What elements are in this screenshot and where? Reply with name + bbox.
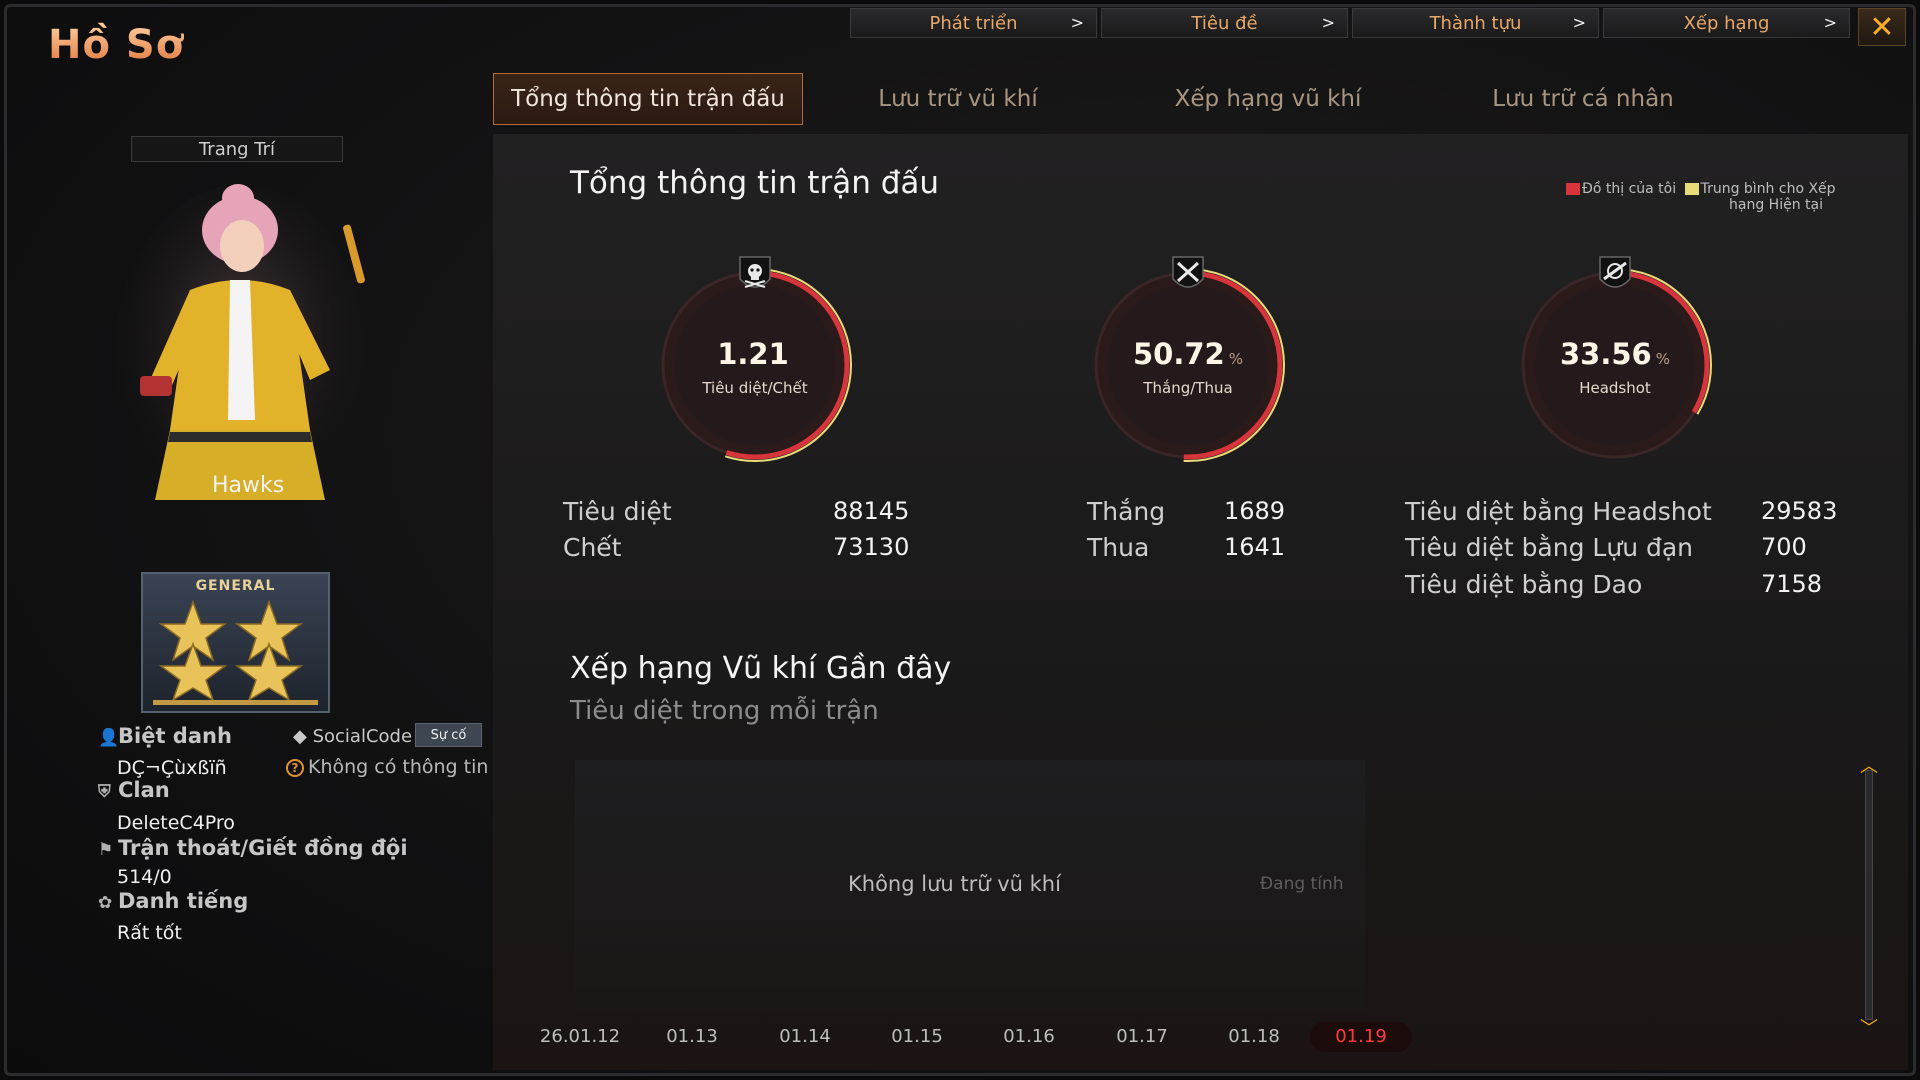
ranking-button[interactable]: Xếp hạng > (1603, 8, 1850, 38)
skull-icon (739, 256, 771, 288)
kd-ratio-gauge: 1.21 Tiêu diệt/Chết (655, 256, 855, 465)
overview-title: Tổng thông tin trận đấu (570, 165, 940, 201)
recent-weapons-subtitle: Tiêu diệt trong mỗi trận (570, 696, 879, 726)
legend-mine-label: Đồ thị của tôi (1582, 181, 1677, 197)
headshot-value: 33.56% (1560, 337, 1670, 371)
chevron-right-icon: > (1070, 13, 1084, 32)
clan-value: DeleteC4Pro (117, 812, 235, 834)
nickname-label: 👤Biệt danh (98, 724, 232, 748)
chevron-right-icon: > (1321, 13, 1335, 32)
grenade-kills-value: 700 (1761, 533, 1807, 561)
empty-chart-message: Không lưu trữ vũ khí (848, 872, 1061, 896)
date-tick[interactable]: 26.01.12 (530, 1026, 630, 1047)
date-tick-selected[interactable]: 01.19 (1310, 1022, 1412, 1052)
decoration-button[interactable]: Trang Trí (131, 136, 343, 162)
date-tick[interactable]: 01.15 (867, 1026, 967, 1047)
clan-shield-icon: ⛨ (98, 782, 111, 802)
date-tick[interactable]: 01.18 (1204, 1026, 1304, 1047)
rank-badge: GENERAL (141, 572, 330, 713)
grenade-kills-label: Tiêu diệt bằng Lựu đạn (1405, 533, 1694, 562)
vertical-scrollbar[interactable]: ︿ ﹀ (1860, 758, 1878, 1038)
wins-label: Thắng (1087, 497, 1166, 526)
kd-ratio-label: Tiêu diệt/Chết (702, 379, 808, 397)
reputation-value: Rất tốt (117, 922, 182, 944)
wins-value: 1689 (1224, 497, 1286, 525)
knife-kills-label: Tiêu diệt bằng Dao (1405, 570, 1643, 599)
kills-label: Tiêu diệt (563, 497, 672, 526)
nickname-value: DÇ¬Çùxßïñ (117, 757, 227, 779)
headshot-kills-label: Tiêu diệt bằng Headshot (1405, 497, 1712, 526)
top-nav: Phát triển > Tiêu đề > Thành tựu > Xếp h… (850, 8, 1850, 38)
tab-match-overview[interactable]: Tổng thông tin trận đấu (493, 73, 803, 125)
tab-weapon-archive[interactable]: Lưu trữ vũ khí (803, 73, 1113, 125)
tab-bar: Tổng thông tin trận đấu Lưu trữ vũ khí X… (493, 73, 1743, 125)
development-button[interactable]: Phát triển > (850, 8, 1097, 38)
chevron-right-icon: > (1572, 13, 1586, 32)
clan-label: ⛨ Clan (98, 778, 170, 802)
tag-icon: ◆ (293, 726, 307, 747)
kills-value: 88145 (833, 497, 910, 525)
date-tick[interactable]: 01.17 (1092, 1026, 1192, 1047)
question-icon: ? (286, 758, 304, 777)
character-name: Hawks (212, 473, 285, 498)
headshot-kills-value: 29583 (1761, 497, 1838, 525)
ranking-label: Xếp hạng (1683, 12, 1770, 34)
recent-weapons-title: Xếp hạng Vũ khí Gần đây (570, 651, 952, 686)
win-rate-label: Thắng/Thua (1143, 379, 1233, 397)
date-tick[interactable]: 01.16 (979, 1026, 1079, 1047)
desert-teamkill-label: ⚑ Trận thoát/Giết đồng đội (98, 836, 408, 860)
legend-swatch-average (1684, 183, 1699, 195)
close-icon: ✕ (1869, 9, 1895, 45)
window-title: Hồ Sơ (48, 22, 185, 68)
titles-button[interactable]: Tiêu đề > (1101, 8, 1348, 38)
scroll-down-icon[interactable]: ﹀ (1858, 1020, 1880, 1038)
losses-value: 1641 (1224, 533, 1286, 561)
social-code-label: ◆ SocialCode (293, 726, 413, 747)
rank-label: GENERAL (195, 578, 276, 594)
date-tick[interactable]: 01.14 (755, 1026, 855, 1047)
close-button[interactable]: ✕ (1858, 8, 1906, 46)
running-figure-icon: ⚑ (98, 840, 114, 860)
legend-swatch-mine (1566, 183, 1580, 195)
headshot-label: Headshot (1579, 379, 1651, 397)
report-issue-button[interactable]: Sự cố (415, 723, 482, 747)
kd-ratio-value: 1.21 (717, 337, 789, 371)
scrollbar-track[interactable] (1865, 770, 1873, 1020)
computing-status: Đang tính (1260, 874, 1344, 894)
tab-weapon-ranking[interactable]: Xếp hạng vũ khí (1113, 73, 1423, 125)
deaths-label: Chết (563, 533, 622, 562)
character-portrait (115, 184, 365, 515)
win-rate-gauge: 50.72% Thắng/Thua (1088, 256, 1288, 465)
headshot-rifle-icon (1599, 256, 1631, 288)
win-rate-value: 50.72% (1133, 337, 1243, 371)
crossed-swords-icon (1172, 256, 1204, 288)
achievements-label: Thành tựu (1429, 12, 1522, 34)
losses-label: Thua (1087, 533, 1150, 562)
development-label: Phát triển (929, 12, 1018, 34)
headshot-gauge: 33.56% Headshot (1515, 256, 1715, 465)
reputation-icon: ✿ (98, 893, 113, 913)
desert-teamkill-value: 514/0 (117, 866, 172, 888)
chevron-right-icon: > (1823, 13, 1837, 32)
social-code-value: ? Không có thông tin (286, 756, 488, 778)
date-tick[interactable]: 01.13 (642, 1026, 742, 1047)
user-icon: 👤 (98, 728, 120, 748)
knife-kills-value: 7158 (1761, 570, 1823, 598)
rank-progress-bar (153, 700, 318, 705)
reputation-label: ✿ Danh tiếng (98, 889, 249, 913)
titles-label: Tiêu đề (1191, 12, 1258, 34)
achievements-button[interactable]: Thành tựu > (1352, 8, 1599, 38)
rank-stars-icon (158, 599, 304, 700)
deaths-value: 73130 (833, 533, 910, 561)
tab-personal-archive[interactable]: Lưu trữ cá nhân (1423, 73, 1743, 125)
chart-legend: Đồ thị của tôi Trung bình cho Xếp hạng H… (1566, 181, 1836, 213)
legend-average-label-2: hạng Hiện tại (1729, 197, 1823, 213)
legend-average-label: Trung bình cho Xếp (1700, 181, 1836, 197)
